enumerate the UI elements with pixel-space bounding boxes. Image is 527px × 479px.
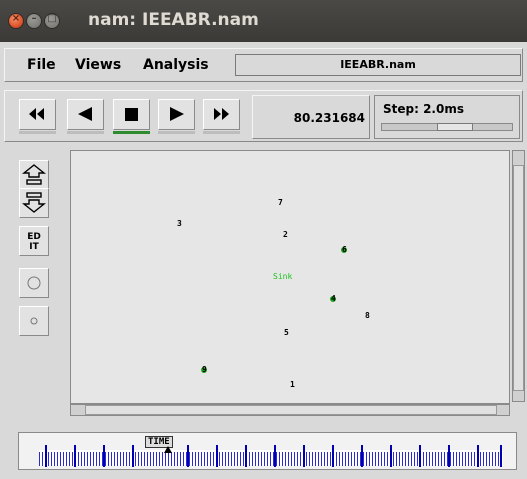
step-back-button[interactable] xyxy=(67,99,104,130)
zoom-out-button[interactable] xyxy=(19,188,49,218)
timeline-major-tick xyxy=(303,445,305,467)
close-button[interactable]: × xyxy=(8,13,24,29)
left-tool-panel: ED IT xyxy=(18,150,52,410)
minimize-icon: – xyxy=(31,13,37,24)
timeline-major-tick xyxy=(500,445,502,467)
edit-text: ED IT xyxy=(27,232,41,252)
stop-icon xyxy=(125,108,138,121)
zoom-in-button[interactable] xyxy=(19,160,49,190)
horizontal-scrollbar[interactable] xyxy=(70,404,510,416)
horizontal-scroll-thumb[interactable] xyxy=(85,405,497,415)
timeline-major-tick xyxy=(187,445,189,467)
playback-toolbar: 80.231684 Step: 2.0ms xyxy=(4,90,523,142)
play-indicator xyxy=(158,131,195,134)
timeline-major-tick xyxy=(419,445,421,467)
node-1[interactable]: 1 xyxy=(290,380,295,389)
zoom-in-icon xyxy=(22,164,46,185)
current-time-display: 80.231684 xyxy=(252,95,370,139)
node-5[interactable]: 5 xyxy=(284,328,289,337)
node-9[interactable]: 9 xyxy=(202,365,207,374)
file-name-display: IEEABR.nam xyxy=(235,54,521,76)
timeline-minor-ticks xyxy=(39,452,503,466)
circle-tool-icon xyxy=(27,276,41,290)
step-back-icon xyxy=(78,107,92,121)
timeline-major-tick xyxy=(216,445,218,467)
circle-tool-button[interactable] xyxy=(19,268,49,298)
timeline-panel[interactable]: TIME xyxy=(18,432,517,470)
fast-forward-icon xyxy=(214,108,229,120)
node-6[interactable]: 6 xyxy=(342,245,347,254)
menu-file[interactable]: File xyxy=(27,57,56,73)
node-8[interactable]: 8 xyxy=(365,311,370,320)
stop-indicator xyxy=(113,131,150,134)
timeline-major-tick xyxy=(274,445,276,467)
timeline-major-tick xyxy=(361,445,363,467)
edit-button[interactable]: ED IT xyxy=(19,226,49,256)
small-circle-tool-button[interactable] xyxy=(19,306,49,336)
play-button[interactable] xyxy=(158,99,195,130)
timeline-major-tick xyxy=(390,445,392,467)
step-slider-thumb[interactable] xyxy=(437,123,473,131)
vertical-scroll-thumb[interactable] xyxy=(513,165,524,391)
menu-views[interactable]: Views xyxy=(75,57,121,73)
menu-analysis[interactable]: Analysis xyxy=(143,57,209,73)
maximize-icon: □ xyxy=(47,13,57,24)
rewind-button[interactable] xyxy=(19,99,56,130)
timeline-major-tick xyxy=(477,445,479,467)
step-label: Step: 2.0ms xyxy=(383,102,464,116)
rewind-indicator xyxy=(19,131,56,134)
window-title: nam: IEEABR.nam xyxy=(88,10,259,30)
zoom-out-icon xyxy=(22,192,46,213)
sink-label[interactable]: Sink xyxy=(273,272,292,281)
maximize-button[interactable]: □ xyxy=(44,13,60,29)
timeline-major-tick xyxy=(245,445,247,467)
step-control: Step: 2.0ms xyxy=(374,95,520,139)
network-canvas[interactable]: 7 3 2 6 Sink 4 8 5 9 1 xyxy=(70,150,510,404)
timeline-cursor[interactable] xyxy=(164,446,172,453)
step-slider[interactable] xyxy=(381,123,513,131)
fast-forward-button[interactable] xyxy=(203,99,240,130)
minimize-button[interactable]: – xyxy=(26,13,42,29)
step-back-indicator xyxy=(67,131,104,134)
edit-label: ED IT xyxy=(20,232,48,252)
vertical-scrollbar[interactable] xyxy=(512,150,525,402)
timeline-major-tick xyxy=(132,445,134,467)
node-3[interactable]: 3 xyxy=(177,219,182,228)
node-2[interactable]: 2 xyxy=(283,230,288,239)
window-titlebar: × – □ nam: IEEABR.nam xyxy=(0,0,527,42)
play-icon xyxy=(170,107,184,121)
stop-button[interactable] xyxy=(113,99,150,130)
node-7[interactable]: 7 xyxy=(278,198,283,207)
close-icon: × xyxy=(11,13,21,24)
timeline-major-tick xyxy=(448,445,450,467)
timeline-major-tick xyxy=(45,445,47,467)
small-circle-tool-icon xyxy=(30,317,38,325)
menu-bar: File Views Analysis IEEABR.nam xyxy=(4,48,523,82)
timeline-major-tick xyxy=(103,445,105,467)
rewind-icon xyxy=(29,108,44,120)
timeline-major-tick xyxy=(74,445,76,467)
timeline-major-tick xyxy=(332,445,334,467)
fast-forward-indicator xyxy=(203,131,240,134)
node-4[interactable]: 4 xyxy=(331,294,336,303)
